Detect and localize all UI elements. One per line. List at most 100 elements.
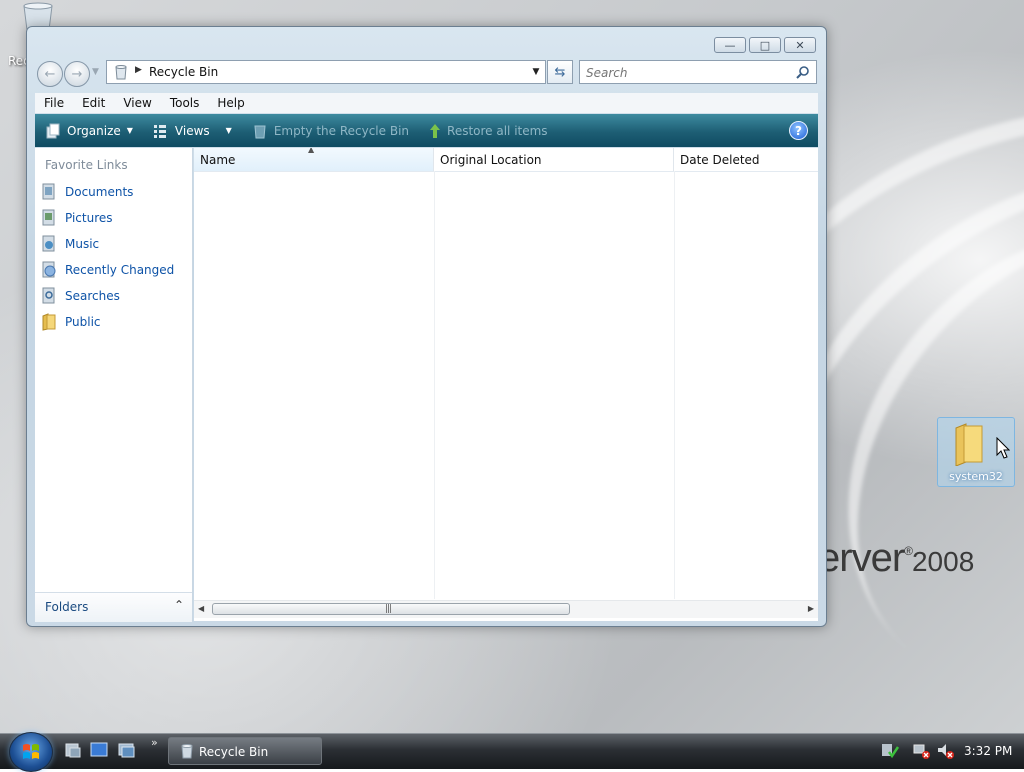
refresh-icon: ⇆ <box>554 64 566 80</box>
organize-label: Organize <box>67 123 121 138</box>
column-header-original-location[interactable]: Original Location <box>434 148 674 171</box>
favorite-link-label: Documents <box>65 185 134 199</box>
column-header-label: Date Deleted <box>680 152 760 167</box>
switch-windows-icon[interactable] <box>118 742 136 758</box>
organize-button[interactable]: Organize ▼ <box>35 123 143 139</box>
scroll-left-arrow-icon[interactable]: ◀ <box>198 604 204 613</box>
favorite-link-label: Searches <box>65 289 120 303</box>
column-headers: ▲ Name Original Location Date Deleted <box>194 148 818 172</box>
quick-launch-more-icon[interactable]: » <box>151 736 158 749</box>
breadcrumb-location[interactable]: Recycle Bin <box>149 65 218 79</box>
folder-icon <box>955 423 983 466</box>
recently-changed-icon <box>42 261 56 278</box>
menu-bar: File Edit View Tools Help <box>35 93 818 113</box>
restore-all-items-label: Restore all items <box>447 123 548 138</box>
menu-file[interactable]: File <box>35 96 73 110</box>
desktop-folder-label[interactable]: system32 <box>938 470 1014 483</box>
brand-word: erver <box>818 536 905 580</box>
chevron-down-icon: ▼ <box>532 67 540 77</box>
favorite-link-public[interactable]: Public <box>41 311 101 333</box>
volume-muted-icon[interactable] <box>936 742 956 760</box>
refresh-button[interactable]: ⇆ <box>547 60 573 84</box>
taskbar-button-label: Recycle Bin <box>199 745 269 759</box>
menu-tools[interactable]: Tools <box>161 96 209 110</box>
empty-recycle-bin-label: Empty the Recycle Bin <box>273 123 410 138</box>
brand-year: 2008 <box>911 546 975 577</box>
command-toolbar: Organize ▼ Views ▼ Empty the Recycle Bin… <box>35 114 818 147</box>
favorite-link-pictures[interactable]: Pictures <box>41 207 113 229</box>
mouse-cursor-icon <box>996 437 1010 459</box>
views-icon <box>153 124 166 138</box>
maximize-icon: □ <box>759 38 771 52</box>
close-icon: ✕ <box>795 38 805 52</box>
breadcrumb-chevron-icon[interactable]: ▶ <box>135 65 142 75</box>
favorite-link-documents[interactable]: Documents <box>41 181 133 203</box>
sort-ascending-icon: ▲ <box>308 148 315 154</box>
organize-icon <box>46 123 60 138</box>
maximize-button[interactable]: □ <box>749 37 781 53</box>
column-header-date-deleted[interactable]: Date Deleted <box>674 148 818 171</box>
address-dropdown-button[interactable]: ▼ <box>527 61 545 83</box>
scroll-grip-icon: ||| <box>385 604 392 614</box>
back-button[interactable]: ← <box>37 61 63 87</box>
navigation-pane: Favorite Links Documents Pictures Music … <box>35 148 193 622</box>
forward-arrow-icon: → <box>71 66 83 82</box>
favorite-link-music[interactable]: Music <box>41 233 99 255</box>
system-clock[interactable]: 3:32 PM <box>964 744 1012 758</box>
minimize-button[interactable]: — <box>714 37 746 53</box>
favorite-link-recently-changed[interactable]: Recently Changed <box>41 259 174 281</box>
scroll-right-arrow-icon[interactable]: ▶ <box>808 604 814 613</box>
restore-all-items-button[interactable]: Restore all items <box>419 123 558 139</box>
recycle-bin-icon <box>115 65 127 80</box>
menu-edit[interactable]: Edit <box>73 96 114 110</box>
column-header-label: Original Location <box>440 152 542 167</box>
menu-help[interactable]: Help <box>208 96 253 110</box>
public-folder-icon <box>42 313 56 331</box>
favorite-link-label: Pictures <box>65 211 113 225</box>
column-divider <box>434 171 435 599</box>
menu-view[interactable]: View <box>114 96 160 110</box>
recycle-bin-window: — □ ✕ ← → ▼ ▶ Recycle Bin ▼ ⇆ File Edit … <box>26 26 827 627</box>
column-divider <box>674 171 675 599</box>
chevron-down-icon: ▼ <box>225 126 232 135</box>
search-box[interactable] <box>579 60 817 84</box>
show-desktop-icon[interactable] <box>90 742 108 758</box>
views-button[interactable]: Views ▼ <box>143 124 242 138</box>
documents-icon <box>42 183 55 200</box>
recycle-bin-icon <box>254 125 266 138</box>
forward-button[interactable]: → <box>64 61 90 87</box>
favorite-link-searches[interactable]: Searches <box>41 285 120 307</box>
horizontal-scrollbar[interactable]: ◀ ||| ▶ <box>194 600 818 618</box>
search-icon[interactable] <box>796 65 810 79</box>
folders-toggle[interactable]: Folders ⌃ <box>35 592 192 622</box>
network-disconnected-icon[interactable] <box>912 742 932 760</box>
help-icon[interactable]: ? <box>789 121 808 140</box>
restore-arrow-icon <box>430 123 441 138</box>
music-icon <box>42 235 55 252</box>
empty-recycle-bin-button[interactable]: Empty the Recycle Bin <box>242 123 419 139</box>
chevron-up-icon[interactable]: ⌃ <box>174 598 184 612</box>
close-button[interactable]: ✕ <box>784 37 816 53</box>
favorite-link-label: Public <box>65 315 101 329</box>
scrollbar-thumb[interactable]: ||| <box>212 603 570 615</box>
chevron-down-icon: ▼ <box>126 126 133 135</box>
windows-server-logo-text: erver®2008 <box>818 536 974 581</box>
file-list-pane[interactable]: ▲ Name Original Location Date Deleted ◀ … <box>194 148 818 621</box>
searches-icon <box>42 287 55 304</box>
folders-label: Folders <box>45 600 89 614</box>
brand-registered-mark: ® <box>904 544 913 558</box>
column-header-name[interactable]: ▲ Name <box>194 148 434 171</box>
favorite-link-label: Recently Changed <box>65 263 175 277</box>
recycle-bin-icon <box>181 744 193 759</box>
server-manager-icon[interactable] <box>64 742 82 758</box>
taskbar: » Recycle Bin 3:32 PM <box>0 732 1024 772</box>
favorite-link-label: Music <box>65 237 100 251</box>
search-input[interactable] <box>584 62 788 84</box>
start-button[interactable] <box>9 732 53 772</box>
recent-pages-dropdown[interactable]: ▼ <box>92 67 99 77</box>
back-arrow-icon: ← <box>44 66 56 82</box>
security-status-icon[interactable] <box>880 742 900 760</box>
taskbar-button-recycle-bin[interactable]: Recycle Bin <box>168 737 322 765</box>
favorite-links-header: Favorite Links <box>45 158 128 172</box>
address-bar[interactable]: ▶ Recycle Bin ▼ <box>106 60 546 84</box>
